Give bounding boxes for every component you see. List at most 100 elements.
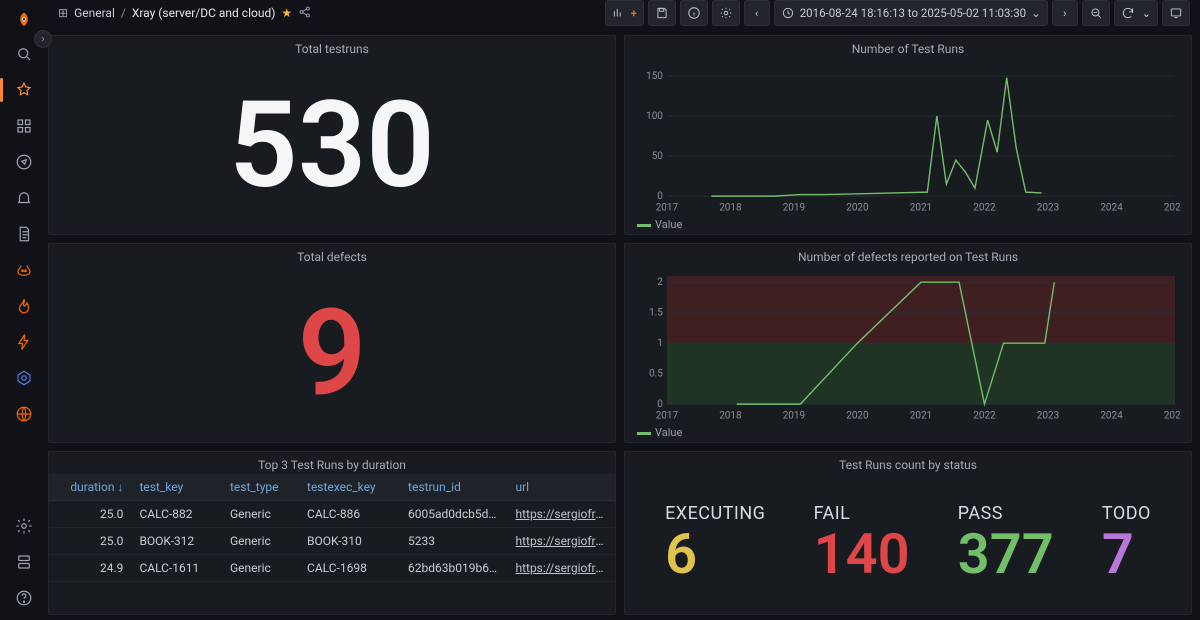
status-executing: EXECUTING6 (665, 503, 765, 582)
panel-title: Number of defects reported on Test Runs (625, 244, 1191, 266)
svg-text:2017: 2017 (656, 202, 679, 213)
svg-text:2025: 2025 (1164, 202, 1181, 213)
status-fail: FAIL140 (814, 503, 910, 582)
status-pass: PASS377 (958, 503, 1054, 582)
cell-test_key: CALC-882 (131, 501, 222, 528)
cell-url[interactable]: https://sergiofreire… (507, 528, 615, 555)
settings-button[interactable] (712, 0, 740, 26)
panel-total-testruns[interactable]: Total testruns 530 (48, 35, 616, 235)
cell-test_type: Generic (222, 528, 299, 555)
panel-title: Top 3 Test Runs by duration (49, 452, 615, 474)
breadcrumb-root[interactable]: General (74, 6, 115, 20)
col-testexec_key[interactable]: testexec_key (299, 474, 400, 501)
panel-top-runs[interactable]: Top 3 Test Runs by duration durationtest… (48, 451, 616, 615)
cell-testrun_id: 62bd63b019b61f5e… (400, 555, 507, 582)
time-prev-button[interactable]: ‹ (744, 0, 770, 26)
stat-value: 530 (229, 86, 435, 206)
starred-icon[interactable] (8, 74, 40, 106)
stat-value: 9 (298, 294, 367, 414)
svg-text:0: 0 (657, 191, 663, 202)
dashboards-icon[interactable] (8, 110, 40, 142)
col-duration[interactable]: duration (49, 474, 131, 501)
cell-url[interactable]: https://sergiofreire… (507, 555, 615, 582)
fire-icon[interactable] (8, 290, 40, 322)
grid-icon: ⊞ (58, 6, 68, 20)
svg-text:2023: 2023 (1037, 202, 1059, 213)
help-icon[interactable] (8, 582, 40, 614)
explore-icon[interactable] (8, 146, 40, 178)
svg-text:2019: 2019 (783, 410, 805, 421)
save-button[interactable] (648, 0, 676, 26)
svg-text:2017: 2017 (656, 410, 679, 421)
status-row: EXECUTING6 FAIL140 PASS377 TODO7 (625, 474, 1191, 614)
dashboard-grid: Total testruns 530 Number of Test Runs 0… (48, 27, 1200, 620)
document-icon[interactable] (8, 218, 40, 250)
grafana-logo[interactable] (10, 6, 38, 34)
breadcrumb-name[interactable]: Xray (server/DC and cloud) (132, 6, 276, 20)
table-row[interactable]: 25.0CALC-882GenericCALC-8866005ad0dcb5d5… (49, 501, 615, 528)
svg-text:100: 100 (646, 111, 663, 122)
col-test_type[interactable]: test_type (222, 474, 299, 501)
chart-legend: Value (625, 424, 1191, 443)
chevron-down-icon: ⌄ (1142, 7, 1151, 20)
add-panel-button[interactable]: + (605, 0, 644, 26)
status-value: 7 (1102, 526, 1134, 582)
panel-status-counts[interactable]: Test Runs count by status EXECUTING6 FAIL… (624, 451, 1192, 615)
expand-nav-button[interactable]: › (34, 30, 52, 48)
server-icon[interactable] (8, 546, 40, 578)
panel-title: Total testruns (49, 36, 615, 58)
cell-test_type: Generic (222, 555, 299, 582)
svg-text:2022: 2022 (973, 410, 996, 421)
svg-text:0: 0 (657, 399, 663, 410)
col-testrun_id[interactable]: testrun_id (400, 474, 507, 501)
left-nav: › (0, 0, 48, 620)
panel-total-defects[interactable]: Total defects 9 (48, 243, 616, 443)
status-value: 377 (958, 526, 1054, 582)
settings-icon[interactable] (8, 510, 40, 542)
svg-text:2022: 2022 (973, 202, 996, 213)
top-runs-table: durationtest_keytest_typetestexec_keytes… (49, 474, 615, 582)
star-icon[interactable]: ★ (281, 6, 292, 20)
status-value: 6 (665, 526, 697, 582)
svg-text:1.5: 1.5 (649, 308, 663, 319)
cell-testexec_key: BOOK-310 (299, 528, 400, 555)
svg-text:50: 50 (652, 151, 664, 162)
view-mode-button[interactable] (1162, 0, 1190, 26)
table-row[interactable]: 24.9CALC-1611GenericCALC-169862bd63b019b… (49, 555, 615, 582)
svg-text:2023: 2023 (1037, 410, 1059, 421)
info-button[interactable] (680, 0, 708, 26)
panel-runs-chart[interactable]: Number of Test Runs 05010015020172018201… (624, 35, 1192, 235)
svg-text:2025: 2025 (1164, 410, 1181, 421)
zoom-out-button[interactable] (1082, 0, 1110, 26)
panel-defects-chart[interactable]: Number of defects reported on Test Runs … (624, 243, 1192, 443)
cell-testexec_key: CALC-886 (299, 501, 400, 528)
kubernetes-icon[interactable] (8, 362, 40, 394)
cell-testrun_id: 6005ad0dcb5d5a00… (400, 501, 507, 528)
table-row[interactable]: 25.0BOOK-312GenericBOOK-3105233https://s… (49, 528, 615, 555)
col-url[interactable]: url (507, 474, 615, 501)
col-test_key[interactable]: test_key (131, 474, 222, 501)
panel-title: Test Runs count by status (625, 452, 1191, 474)
cell-duration: 24.9 (49, 555, 131, 582)
ai-icon[interactable] (8, 254, 40, 286)
defects-chart-svg: 00.511.522017201820192020202120222023202… (635, 270, 1181, 422)
chart-legend: Value (625, 216, 1191, 235)
cell-url[interactable]: https://sergiofreire… (507, 501, 615, 528)
cell-testexec_key: CALC-1698 (299, 555, 400, 582)
topbar: ⊞ General / Xray (server/DC and cloud) ★… (48, 0, 1200, 27)
status-todo: TODO7 (1102, 503, 1151, 582)
cell-duration: 25.0 (49, 528, 131, 555)
cell-test_type: Generic (222, 501, 299, 528)
svg-text:2020: 2020 (846, 202, 869, 213)
refresh-button[interactable]: ⌄ (1114, 0, 1158, 26)
time-range-button[interactable]: 2016-08-24 18:16:13 to 2025-05-02 11:03:… (774, 0, 1048, 26)
svg-text:2018: 2018 (719, 410, 742, 421)
svg-text:2021: 2021 (910, 202, 932, 213)
globe-icon[interactable] (8, 398, 40, 430)
time-next-button[interactable]: › (1052, 0, 1078, 26)
bolt-icon[interactable] (8, 326, 40, 358)
svg-text:0.5: 0.5 (649, 369, 663, 380)
share-icon[interactable] (298, 5, 312, 22)
svg-text:2: 2 (657, 277, 663, 288)
alerting-icon[interactable] (8, 182, 40, 214)
